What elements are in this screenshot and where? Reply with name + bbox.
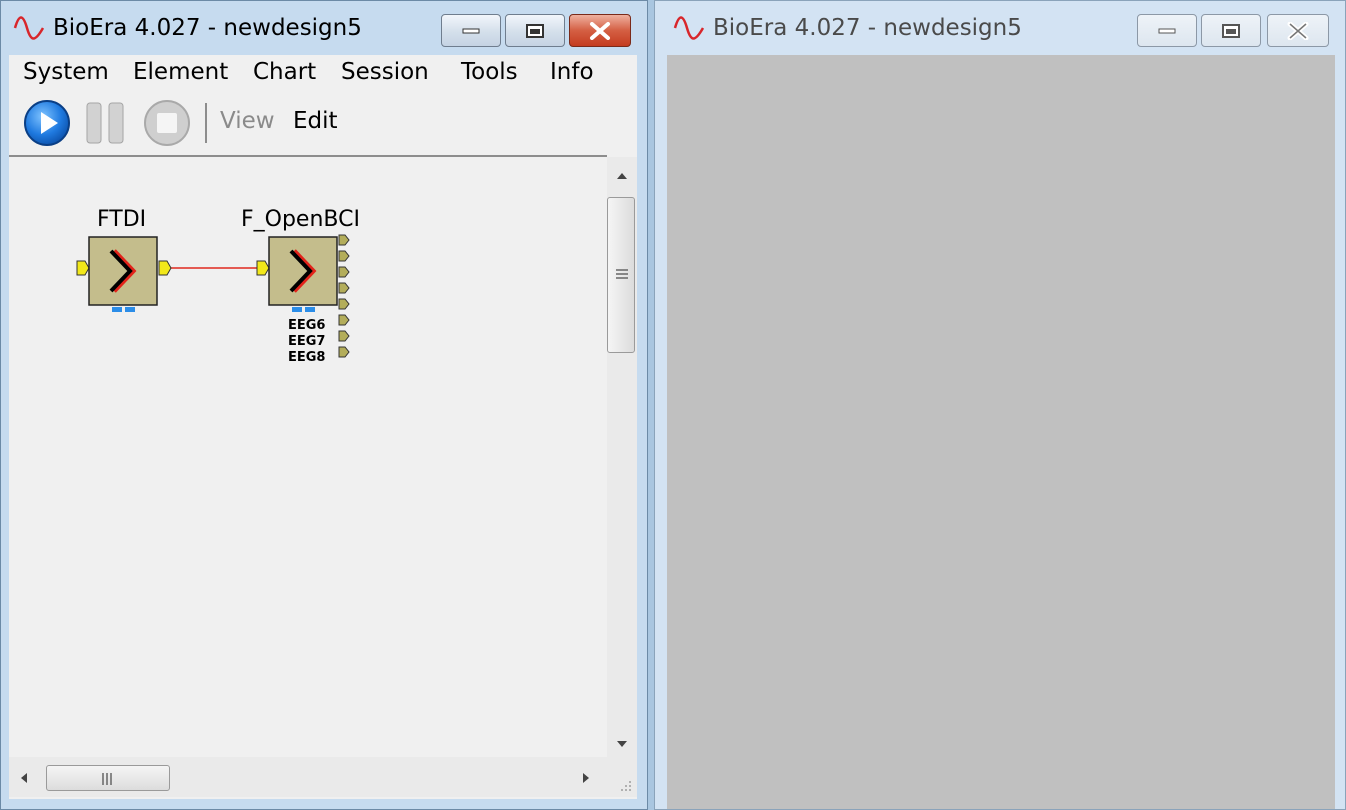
- close-icon: [1287, 21, 1309, 40]
- title-bar[interactable]: BioEra 4.027 - newdesign5: [655, 1, 1345, 55]
- resize-grip[interactable]: [607, 757, 637, 797]
- port-label-eeg7: EEG7: [288, 334, 326, 349]
- play-icon[interactable]: [23, 99, 71, 147]
- toolbar: View Edit: [9, 93, 637, 153]
- resize-grip-icon: [621, 781, 631, 791]
- restore-button[interactable]: [505, 14, 565, 47]
- view-mode-button[interactable]: View: [220, 108, 275, 134]
- empty-gray-area: [667, 55, 1335, 809]
- design-diagram: [76, 234, 350, 358]
- grip-icon: [102, 773, 112, 785]
- sine-wave-icon: [13, 16, 45, 40]
- minimize-icon: [1158, 28, 1176, 33]
- close-button[interactable]: [569, 14, 631, 47]
- vertical-scroll-thumb[interactable]: [607, 197, 635, 353]
- menu-tools[interactable]: Tools: [461, 59, 518, 85]
- horizontal-scroll-thumb[interactable]: [46, 765, 170, 791]
- ftdi-input-port[interactable]: [76, 260, 90, 276]
- bioera-window-right: BioEra 4.027 - newdesign5: [654, 0, 1346, 810]
- ftdi-element[interactable]: [76, 236, 172, 312]
- menu-chart[interactable]: Chart: [253, 59, 316, 85]
- openbci-output-ports[interactable]: [338, 234, 350, 358]
- window-title: BioEra 4.027 - newdesign5: [713, 15, 1022, 41]
- menu-info[interactable]: Info: [550, 59, 594, 85]
- menu-element[interactable]: Element: [133, 59, 228, 85]
- horizontal-scrollbar[interactable]: [9, 757, 607, 797]
- menu-bar: System Element Chart Session Tools Info: [9, 55, 637, 91]
- ftdi-output-port[interactable]: [158, 260, 172, 276]
- vertical-scrollbar[interactable]: [607, 157, 637, 757]
- toolbar-separator: [205, 103, 207, 143]
- bioera-window-left: BioEra 4.027 - newdesign5 System Element…: [0, 0, 648, 810]
- restore-icon: [526, 23, 544, 38]
- openbci-label: F_OpenBCI: [241, 207, 360, 232]
- port-label-eeg8: EEG8: [288, 350, 326, 365]
- pause-icon[interactable]: [85, 101, 127, 145]
- menu-system[interactable]: System: [23, 59, 109, 85]
- menu-session[interactable]: Session: [341, 59, 429, 85]
- minimize-button[interactable]: [1137, 14, 1197, 47]
- scroll-left-icon[interactable]: [19, 771, 29, 785]
- sine-wave-icon: [673, 16, 705, 40]
- scroll-right-icon[interactable]: [581, 771, 591, 785]
- edit-mode-button[interactable]: Edit: [293, 108, 338, 134]
- grip-icon: [616, 269, 628, 279]
- ftdi-label: FTDI: [97, 207, 147, 232]
- close-icon: [590, 21, 610, 40]
- minimize-button[interactable]: [441, 14, 501, 47]
- design-canvas[interactable]: FTDI F_OpenBCI EEG6 EEG7 EEG8: [9, 155, 607, 757]
- stop-icon[interactable]: [143, 99, 191, 147]
- window-title: BioEra 4.027 - newdesign5: [53, 15, 362, 41]
- close-button[interactable]: [1267, 14, 1329, 47]
- openbci-input-port[interactable]: [256, 260, 270, 276]
- restore-button[interactable]: [1201, 14, 1261, 47]
- title-bar[interactable]: BioEra 4.027 - newdesign5: [1, 1, 647, 55]
- port-label-eeg6: EEG6: [288, 318, 326, 333]
- client-area: System Element Chart Session Tools Info: [9, 55, 637, 799]
- restore-icon: [1222, 23, 1240, 38]
- scroll-down-icon[interactable]: [615, 739, 629, 749]
- minimize-icon: [462, 28, 480, 33]
- scroll-up-icon[interactable]: [615, 171, 629, 181]
